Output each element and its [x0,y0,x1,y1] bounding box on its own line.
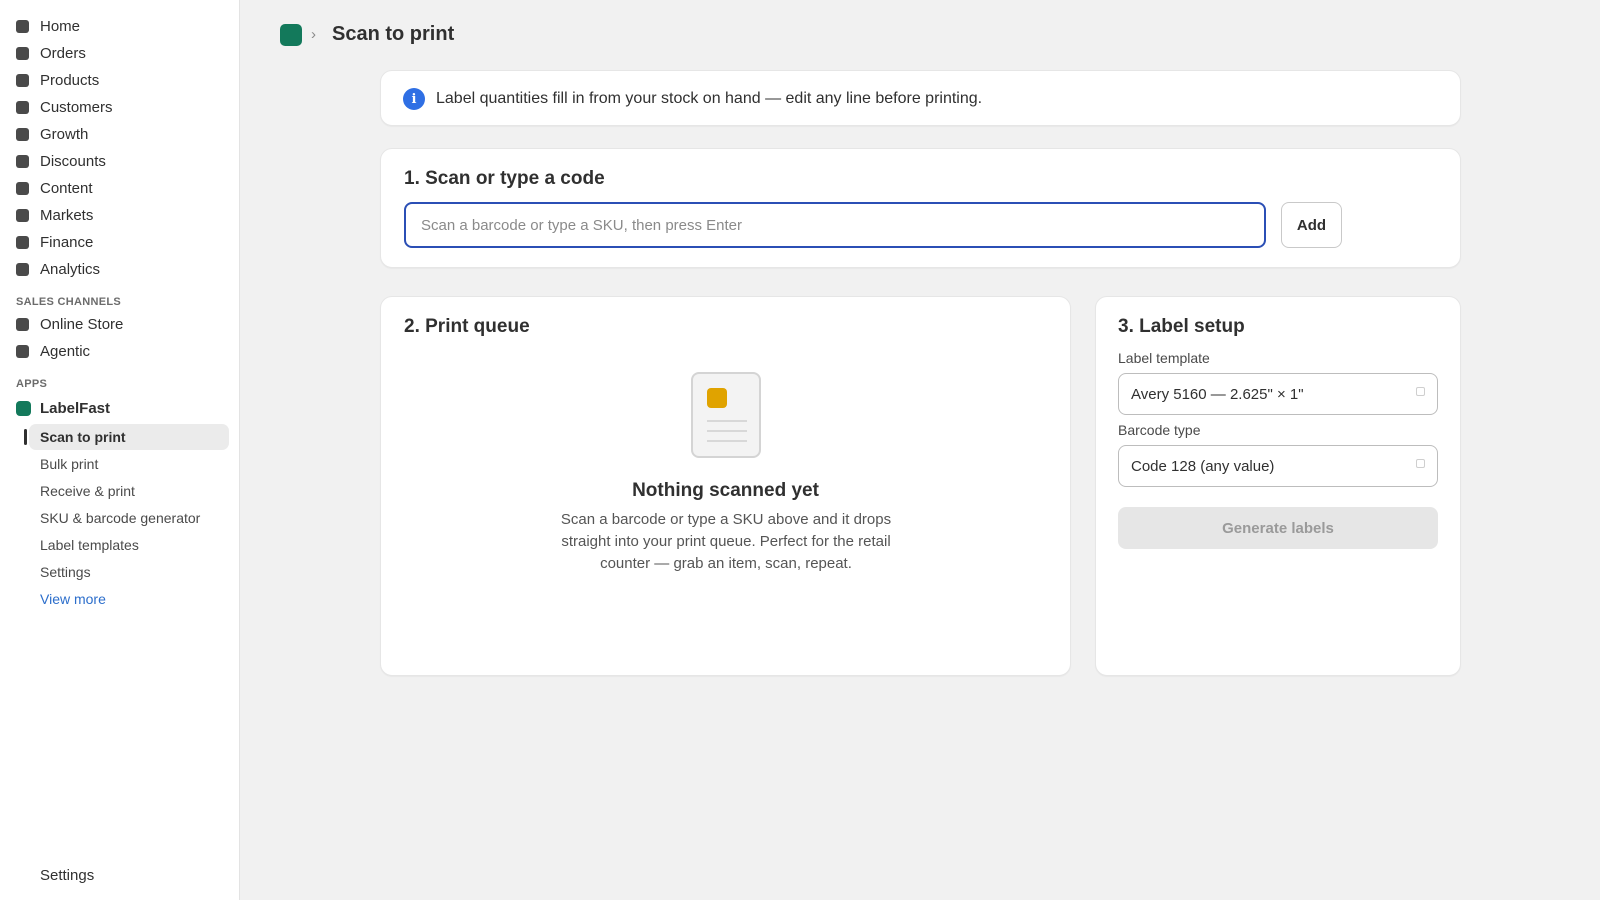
select-caret-icon [1416,459,1425,468]
label-setup-card: 3. Label setup Label template Avery 5160… [1095,296,1461,676]
nav-label: Home [40,17,81,35]
nav-label: Products [40,71,100,89]
active-indicator [24,429,27,445]
orders-icon [16,46,29,60]
nav-item-finance[interactable]: Finance [16,229,230,255]
nav-label: Customers [40,98,113,116]
setup-title: 3. Label setup [1118,316,1245,337]
empty-state-title: Nothing scanned yet [632,480,819,501]
growth-icon [16,127,29,141]
sidebar-item-scan-to-print[interactable]: Scan to print [29,424,229,450]
markets-icon [16,208,29,222]
nav-item-markets[interactable]: Markets [16,202,230,228]
sidebar-item-settings[interactable]: Settings [40,867,94,884]
section-label-apps: APPS [16,378,48,390]
finance-icon [16,235,29,249]
home-icon [16,19,29,33]
info-banner: i Label quantities fill in from your sto… [380,70,1461,126]
nav-item-customers[interactable]: Customers [16,94,230,120]
labelfast-app-icon[interactable] [280,24,302,46]
nav-item-analytics[interactable]: Analytics [16,256,230,282]
add-button[interactable]: Add [1281,202,1342,248]
sidebar-item-sku-generator[interactable]: SKU & barcode generator [29,505,229,531]
empty-label-icon [691,372,761,458]
label-template-value: Avery 5160 — 2.625" × 1" [1131,386,1304,403]
nav-label: Analytics [40,260,101,278]
nav-item-home[interactable]: Home [16,13,230,39]
banner-text: Label quantities fill in from your stock… [436,90,983,107]
store-icon [16,317,29,331]
queue-title: 2. Print queue [404,316,530,337]
nav-label: Growth [40,125,89,143]
sidebar-item-bulk-print[interactable]: Bulk print [29,451,229,477]
app-labelfast[interactable]: LabelFast [16,395,110,421]
section-label-sales-channels: SALES CHANNELS [16,296,122,308]
nav-item-discounts[interactable]: Discounts [16,148,230,174]
page-title: Scan to print [332,23,455,45]
select-caret-icon [1416,387,1425,396]
label-template-select[interactable]: Avery 5160 — 2.625" × 1" [1118,373,1438,415]
barcode-type-label: Barcode type [1118,422,1201,438]
barcode-type-select[interactable]: Code 128 (any value) [1118,445,1438,487]
nav-label: Finance [40,233,94,251]
print-queue-card: 2. Print queue Nothing scanned yet Scan … [380,296,1071,676]
generate-labels-button[interactable]: Generate labels [1118,507,1438,549]
nav-item-content[interactable]: Content [16,175,230,201]
app-name: LabelFast [40,399,111,417]
empty-state-description: Scan a barcode or type a SKU above and i… [560,511,892,572]
scan-input[interactable] [404,202,1266,248]
nav-label: Markets [40,206,94,224]
nav-item-online-store[interactable]: Online Store [16,311,230,337]
nav-item-agentic[interactable]: Agentic [16,338,230,364]
label-template-label: Label template [1118,350,1210,366]
content-icon [16,181,29,195]
nav-item-products[interactable]: Products [16,67,230,93]
barcode-type-value: Code 128 (any value) [1131,458,1275,475]
info-icon: i [403,88,425,110]
nav-item-growth[interactable]: Growth [16,121,230,147]
breadcrumb-chevron: › [311,26,316,43]
sidebar-item-label-templates[interactable]: Label templates [29,532,229,558]
scan-card: 1. Scan or type a code Add [380,148,1461,268]
nav-label: Agentic [40,342,91,360]
nav-label: Online Store [40,315,124,333]
nav-label: Orders [40,44,86,62]
customers-icon [16,100,29,114]
sidebar-item-receive-print[interactable]: Receive & print [29,478,229,504]
analytics-icon [16,262,29,276]
agentic-icon [16,344,29,358]
products-icon [16,73,29,87]
sidebar-item-app-settings[interactable]: Settings [29,559,229,585]
nav-label: Discounts [40,152,106,170]
scan-title: 1. Scan or type a code [404,168,605,189]
discounts-icon [16,154,29,168]
labelfast-app-icon [16,400,31,416]
nav-label: Content [40,179,93,197]
nav-item-orders[interactable]: Orders [16,40,230,66]
sidebar-item-view-more[interactable]: View more [29,586,229,612]
sidebar: Home Orders Products Customers Growth Di… [0,0,240,900]
